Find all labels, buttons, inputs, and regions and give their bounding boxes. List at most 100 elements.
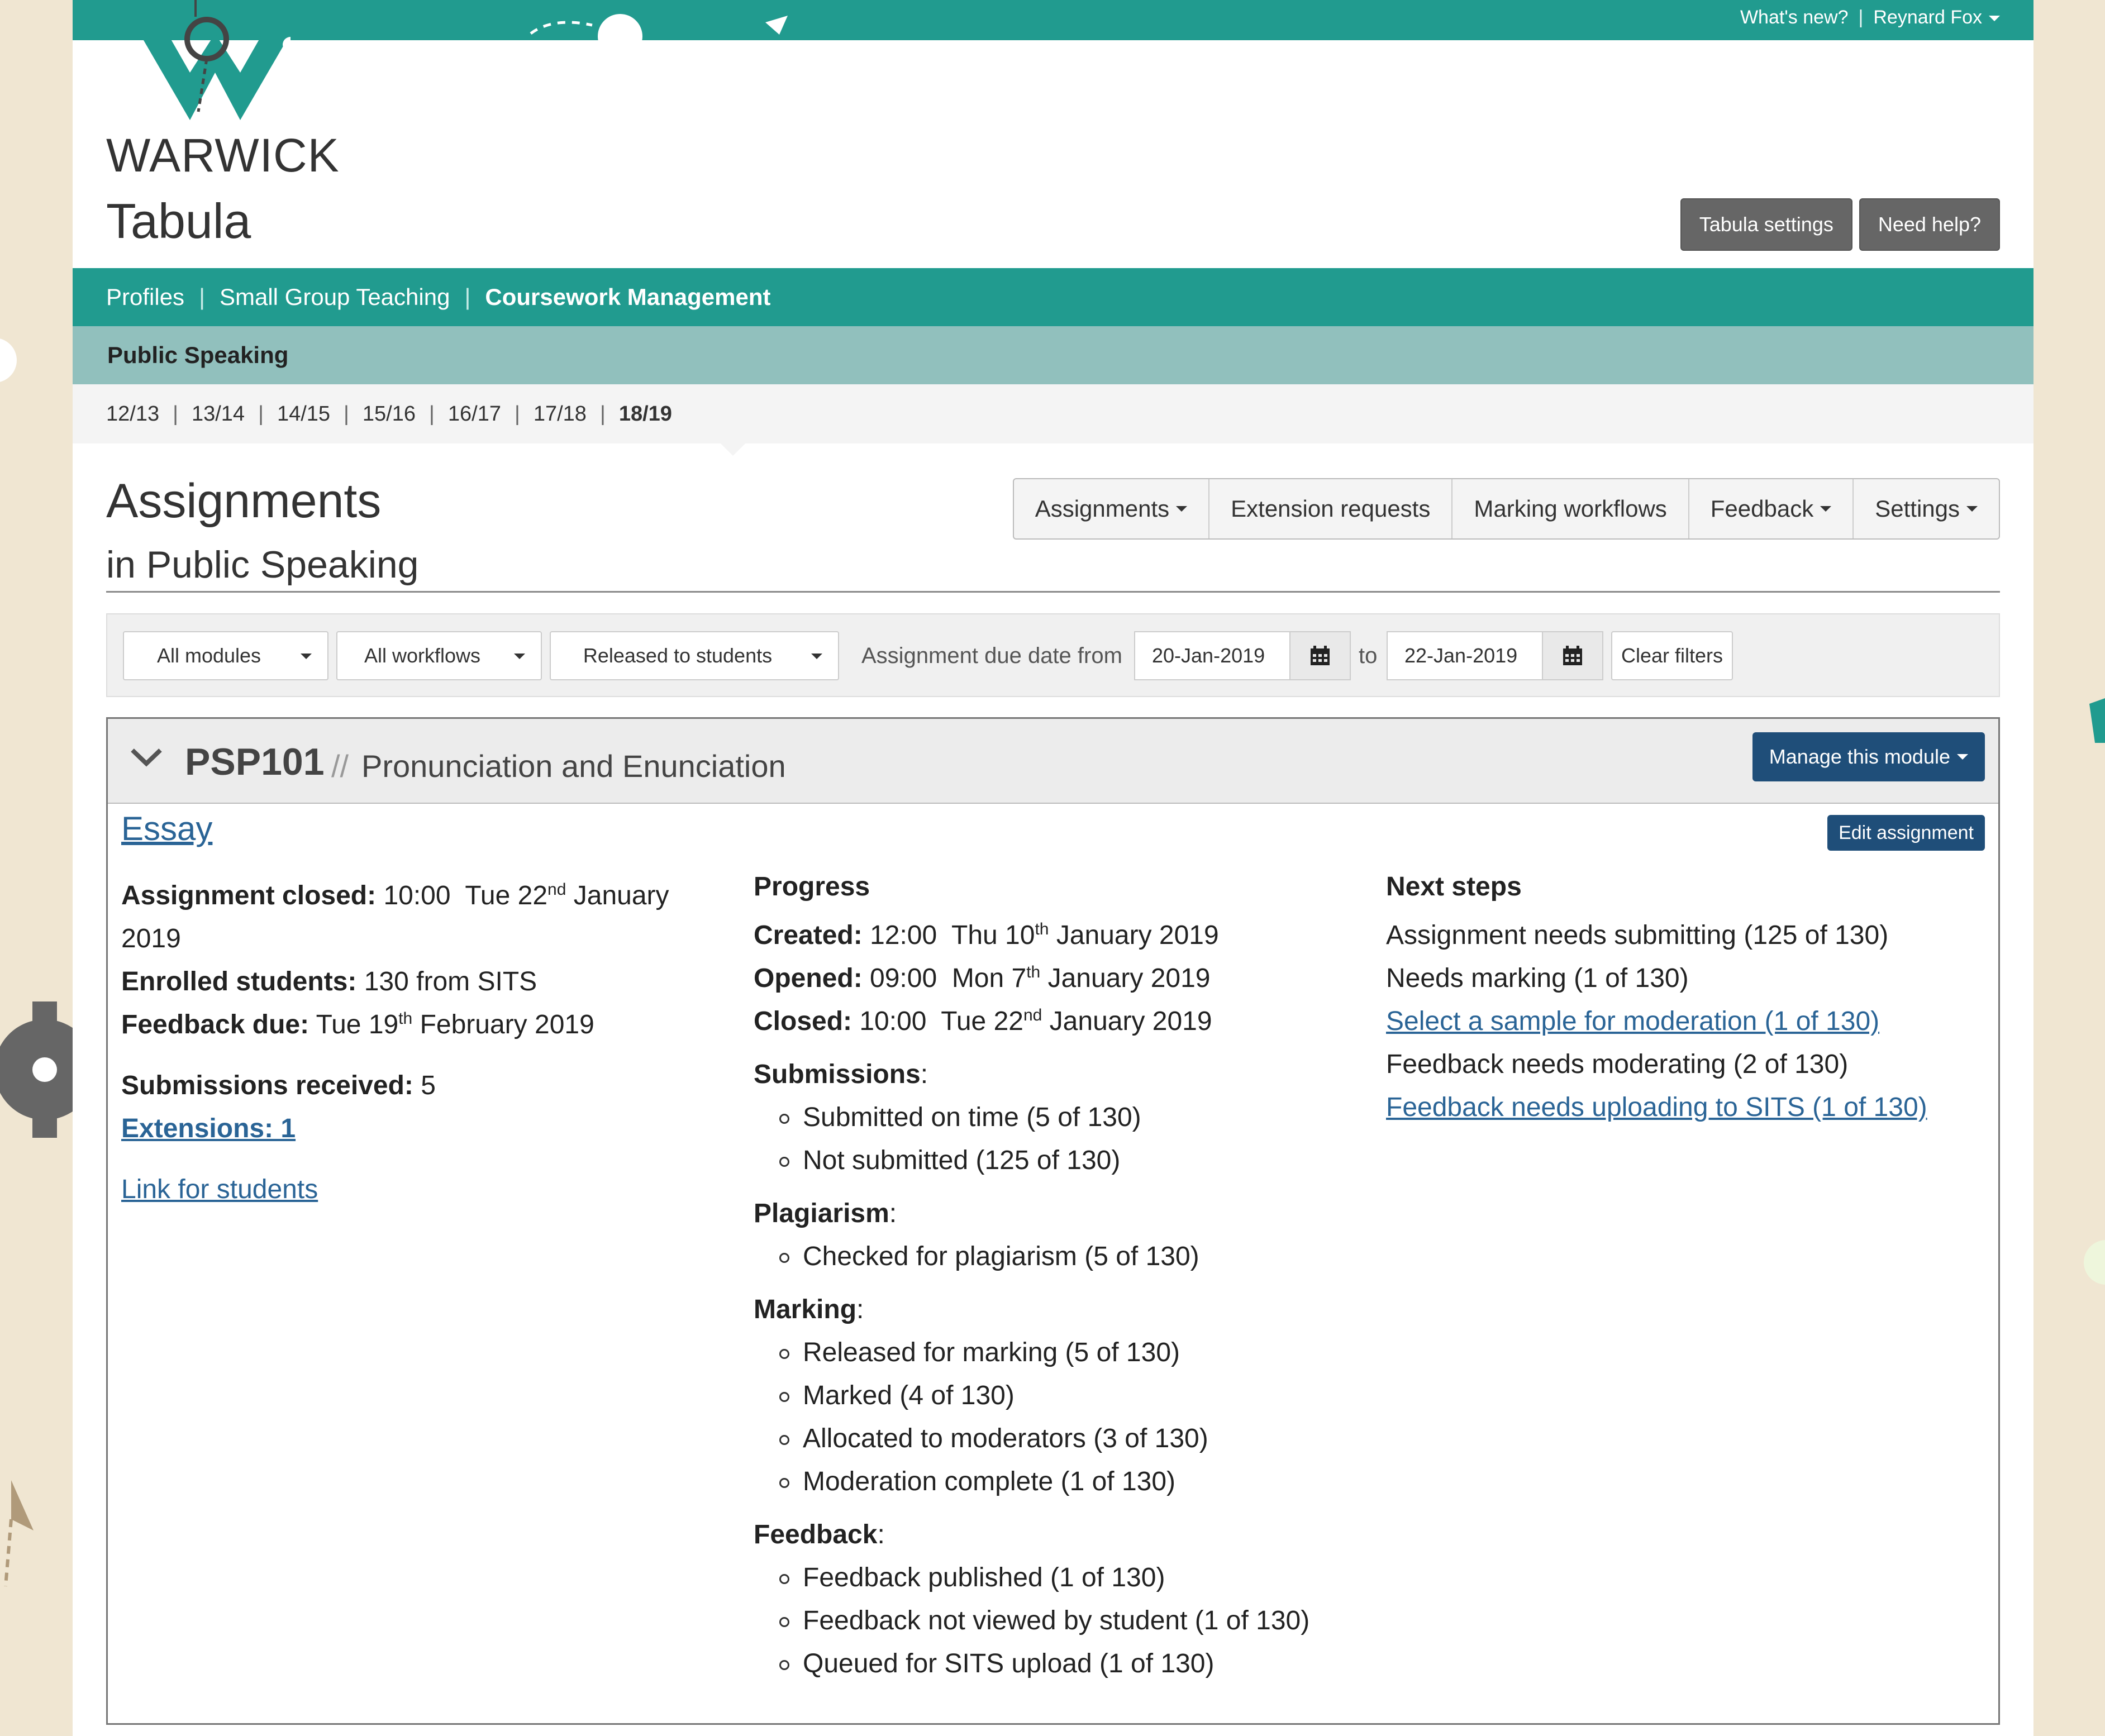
- closed-row: Closed: 10:00 Tue 22nd January 2019: [754, 1000, 1357, 1043]
- due-date-label: Assignment due date from: [861, 643, 1122, 668]
- page-title: Assignments: [106, 474, 382, 528]
- module-header[interactable]: PSP101 // Pronunciation and Enunciation …: [108, 719, 1998, 804]
- caret-down-icon: [514, 654, 525, 659]
- assignments-dropdown-label: Assignments: [1035, 495, 1170, 522]
- year-separator: |: [344, 402, 349, 426]
- manage-module-label: Manage this module: [1769, 745, 1950, 768]
- nav-item-small-group-teaching[interactable]: Small Group Teaching: [220, 284, 450, 311]
- due-date-to-input[interactable]: 22-Jan-2019: [1387, 631, 1543, 680]
- next-step-item: Assignment needs submitting (125 of 130): [1386, 921, 1889, 950]
- year-link[interactable]: 13/14: [192, 402, 245, 426]
- submissions-received-row: Submissions received: 5: [121, 1064, 713, 1107]
- caret-down-icon: [811, 654, 822, 659]
- filter-bar: All modules All workflows Released to st…: [106, 613, 2000, 697]
- next-steps-heading: Next steps: [1386, 872, 1522, 902]
- tabula-settings-button[interactable]: Tabula settings: [1680, 198, 1852, 251]
- need-help-button[interactable]: Need help?: [1859, 198, 2000, 251]
- chevron-down-icon[interactable]: [129, 746, 164, 768]
- year-link[interactable]: 12/13: [106, 402, 159, 426]
- nav-item-profiles[interactable]: Profiles: [106, 284, 184, 311]
- department-link[interactable]: Public Speaking: [107, 342, 288, 369]
- opened-ordinal: th: [1026, 963, 1041, 981]
- background-decoration-right: [2084, 698, 2105, 1285]
- date-range-to-label: to: [1359, 643, 1378, 668]
- list-item: Feedback not viewed by student (1 of 130…: [779, 1599, 1357, 1642]
- year-link[interactable]: 16/17: [448, 402, 501, 426]
- closed-ordinal: nd: [1023, 1006, 1042, 1024]
- year-link[interactable]: 15/16: [363, 402, 416, 426]
- utility-links: What's new? | Reynard Fox: [1740, 7, 2000, 28]
- marking-group-label: Marking: [754, 1295, 857, 1324]
- status-filter-select[interactable]: Released to students: [550, 631, 839, 680]
- calendar-from-button[interactable]: [1289, 631, 1351, 680]
- due-date-from-input[interactable]: 20-Jan-2019: [1134, 631, 1290, 680]
- manage-module-button[interactable]: Manage this module: [1752, 732, 1985, 781]
- assignment-link[interactable]: Essay: [121, 809, 212, 848]
- closed-time: 10:00: [383, 881, 451, 910]
- module-panel: PSP101 // Pronunciation and Enunciation …: [106, 717, 2000, 1725]
- select-moderation-sample-link[interactable]: Select a sample for moderation (1 of 130…: [1386, 1007, 1879, 1036]
- extension-requests-button[interactable]: Extension requests: [1209, 479, 1453, 538]
- top-utility-bar: [73, 0, 2033, 40]
- created-row: Created: 12:00 Thu 10th January 2019: [754, 914, 1357, 957]
- user-menu[interactable]: Reynard Fox: [1873, 7, 2000, 28]
- feedback-due-month: February 2019: [420, 1010, 594, 1039]
- academic-year-selector: 12/13 | 13/14 | 14/15 | 15/16 | 16/17 | 17/18…: [73, 384, 2033, 456]
- list-item: Moderation complete (1 of 130): [779, 1460, 1357, 1503]
- created-date: Thu 10: [951, 921, 1035, 950]
- assignments-dropdown[interactable]: Assignments: [1014, 479, 1210, 538]
- department-navigation: Public Speaking: [73, 326, 2033, 397]
- utility-separator: |: [1858, 7, 1864, 28]
- closed-row: Assignment closed: 10:00 Tue 22nd Januar…: [121, 874, 713, 960]
- extensions-link[interactable]: Extensions: 1: [121, 1114, 296, 1143]
- caret-down-icon: [1820, 506, 1832, 512]
- year-link-current[interactable]: 18/19: [619, 402, 672, 426]
- closed-date: Tue 22: [941, 1007, 1023, 1036]
- list-item: Submitted on time (5 of 130): [779, 1096, 1357, 1139]
- list-item: Released for marking (5 of 130): [779, 1331, 1357, 1374]
- created-month: January 2019: [1056, 921, 1219, 950]
- header-buttons: Tabula settings Need help?: [1680, 198, 2000, 251]
- action-toolbar: Assignments Extension requests Marking w…: [1012, 478, 2000, 540]
- year-link[interactable]: 14/15: [277, 402, 330, 426]
- whats-new-link[interactable]: What's new?: [1740, 7, 1849, 28]
- year-separator: |: [599, 402, 606, 426]
- user-menu-caret-icon: [1989, 16, 2000, 22]
- next-step-item: Needs marking (1 of 130): [1386, 964, 1689, 993]
- list-item: Queued for SITS upload (1 of 130): [779, 1642, 1357, 1685]
- settings-dropdown-label: Settings: [1875, 495, 1960, 522]
- page-subtitle: in Public Speaking: [106, 543, 419, 586]
- enrolled-row: Enrolled students: 130 from SITS: [121, 960, 713, 1003]
- module-filter-select[interactable]: All modules: [123, 631, 328, 680]
- edit-assignment-button[interactable]: Edit assignment: [1827, 815, 1985, 851]
- user-name: Reynard Fox: [1873, 7, 1982, 28]
- submissions-received-label: Submissions received:: [121, 1071, 413, 1100]
- module-filter-value: All modules: [156, 644, 261, 667]
- feedback-due-label: Feedback due:: [121, 1010, 309, 1039]
- clear-filters-button[interactable]: Clear filters: [1611, 631, 1733, 680]
- upload-to-sits-link[interactable]: Feedback needs uploading to SITS (1 of 1…: [1386, 1093, 1927, 1122]
- nav-separator: |: [199, 284, 205, 310]
- list-item: Not submitted (125 of 130): [779, 1139, 1357, 1182]
- year-separator: |: [173, 402, 178, 426]
- workflow-filter-select[interactable]: All workflows: [336, 631, 542, 680]
- calendar-to-button[interactable]: [1542, 631, 1603, 680]
- link-for-students[interactable]: Link for students: [121, 1175, 318, 1204]
- feedback-dropdown-label: Feedback: [1710, 495, 1814, 522]
- settings-dropdown[interactable]: Settings: [1854, 479, 1999, 538]
- opened-date: Mon 7: [951, 964, 1027, 993]
- plagiarism-list: Checked for plagiarism (5 of 130): [754, 1235, 1357, 1278]
- feedback-group-label: Feedback: [754, 1520, 878, 1549]
- page-container: What's new? | Reynard Fox WARWICK Tabula…: [73, 0, 2033, 1736]
- nav-item-coursework-management[interactable]: Coursework Management: [485, 284, 770, 311]
- year-separator: |: [258, 402, 264, 426]
- assignment-details: Assignment closed: 10:00 Tue 22nd Januar…: [121, 874, 713, 1211]
- year-link[interactable]: 17/18: [534, 402, 587, 426]
- enrolled-value: 130 from SITS: [364, 967, 537, 996]
- feedback-dropdown[interactable]: Feedback: [1689, 479, 1854, 538]
- status-filter-value: Released to students: [583, 644, 773, 667]
- next-steps-section: Next steps Assignment needs submitting (…: [1386, 865, 1978, 1129]
- plagiarism-group-label: Plagiarism: [754, 1199, 889, 1228]
- opened-time: 09:00: [870, 964, 937, 993]
- marking-workflows-button[interactable]: Marking workflows: [1452, 479, 1689, 538]
